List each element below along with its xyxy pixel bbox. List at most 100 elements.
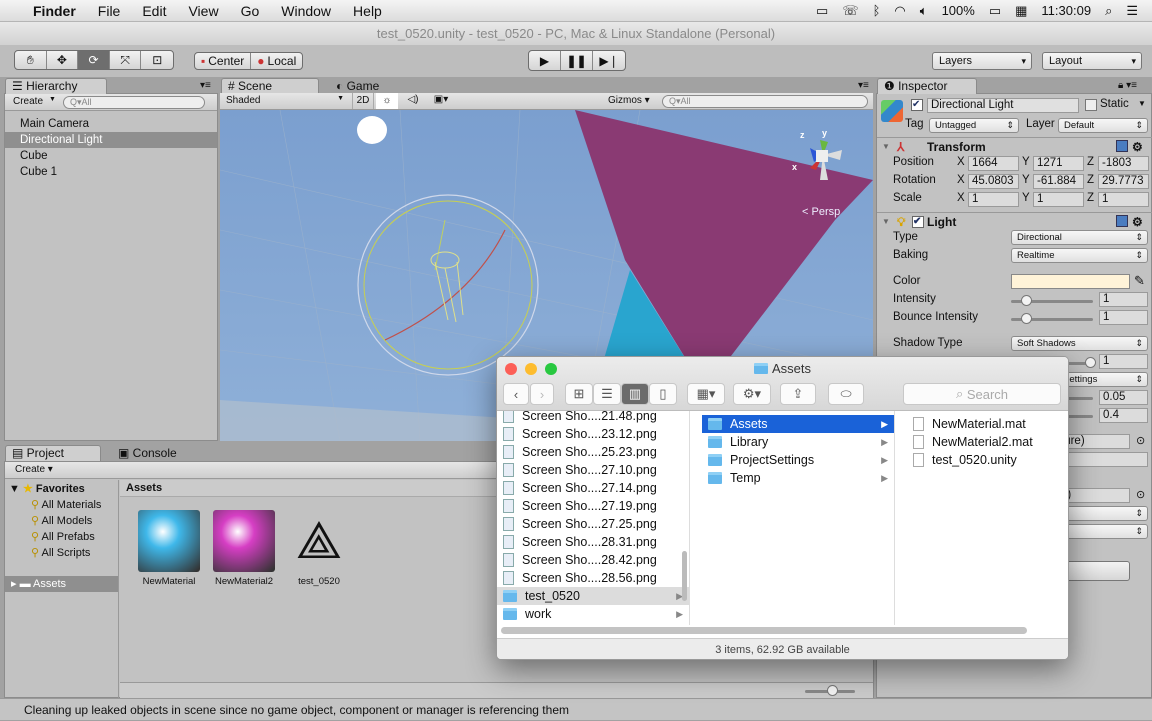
thumbnail-size-slider[interactable] xyxy=(805,685,855,696)
rect-tool-icon[interactable]: ⊡ xyxy=(141,51,173,69)
favorites-header[interactable]: ▼ ★ Favorites xyxy=(5,480,118,497)
menu-view[interactable]: View xyxy=(177,3,229,19)
finder-file-row[interactable]: Screen Sho....23.12.png xyxy=(497,425,689,443)
menu-edit[interactable]: Edit xyxy=(131,3,177,19)
scene-search-input[interactable]: Q▾All xyxy=(662,95,868,108)
tree-item-assets[interactable]: ▸ ▬ Assets xyxy=(5,576,118,592)
clock[interactable]: 11:30:09 xyxy=(1041,3,1091,18)
position-x-input[interactable]: 1664 xyxy=(968,156,1019,171)
horizontal-scrollbar[interactable] xyxy=(501,627,1027,634)
volume-icon[interactable]: 🔈︎ xyxy=(920,3,928,19)
scale-x-input[interactable]: 1 xyxy=(968,192,1019,207)
static-checkbox[interactable] xyxy=(1085,99,1097,111)
hierarchy-search-input[interactable]: Q▾All xyxy=(63,96,205,109)
column-view-button[interactable]: ▥ xyxy=(621,383,649,405)
asset-item[interactable]: NewMaterial xyxy=(131,510,207,587)
lock-icon[interactable]: 🔒︎ ▾≡ xyxy=(1118,80,1137,91)
slider-knob[interactable] xyxy=(1021,295,1033,306)
slider-knob[interactable] xyxy=(1021,313,1033,324)
scale-z-input[interactable]: 1 xyxy=(1098,192,1149,207)
favorite-item[interactable]: ⚲ All Materials xyxy=(5,497,118,513)
rotation-x-input[interactable]: 45.0803 xyxy=(968,174,1019,189)
culling-mask-dropdown[interactable] xyxy=(1057,524,1148,539)
finder-file-row[interactable]: Screen Sho....27.25.png xyxy=(497,515,689,533)
position-y-input[interactable]: 1271 xyxy=(1033,156,1084,171)
tab-inspector[interactable]: ❶ Inspector xyxy=(877,78,977,94)
collapse-arrow-icon[interactable]: ▼ xyxy=(882,213,890,231)
gear-icon[interactable]: ⚙ xyxy=(1132,138,1143,156)
position-z-input[interactable]: -1803 xyxy=(1098,156,1149,171)
static-dropdown-icon[interactable]: ▼ xyxy=(1138,99,1146,108)
column-scrollbar[interactable] xyxy=(682,551,687,601)
finder-folder-row[interactable]: ProjectSettings ▶ xyxy=(702,451,894,469)
slider-knob[interactable] xyxy=(1085,357,1096,368)
hierarchy-create-button[interactable]: Create xyxy=(13,96,43,107)
favorite-item[interactable]: ⚲ All Prefabs xyxy=(5,529,118,545)
lighting-toggle-icon[interactable]: ☼ xyxy=(376,93,398,109)
finder-file-row[interactable]: Screen Sho....27.19.png xyxy=(497,497,689,515)
share-button[interactable]: ⇪ xyxy=(780,383,816,405)
object-picker-icon[interactable]: ⊙ xyxy=(1136,488,1145,501)
shadow-type-dropdown[interactable]: Soft Shadows xyxy=(1011,336,1148,351)
eyedropper-icon[interactable]: ✎ xyxy=(1134,273,1145,289)
rotation-y-input[interactable]: -61.884 xyxy=(1033,174,1084,189)
step-button[interactable]: ▶❘ xyxy=(593,51,625,70)
menu-go[interactable]: Go xyxy=(230,3,271,19)
move-tool-icon[interactable]: ✥ xyxy=(47,51,79,69)
active-checkbox[interactable]: ✔ xyxy=(911,99,923,111)
transform-header[interactable]: ▼ ⅄ Transform ⚙ xyxy=(877,137,1152,155)
finder-file-row[interactable]: Screen Sho....25.23.png xyxy=(497,443,689,461)
color-swatch[interactable] xyxy=(1011,274,1130,289)
phone-icon[interactable]: ☏ xyxy=(842,3,858,19)
favorite-item[interactable]: ⚲ All Models xyxy=(5,513,118,529)
search-icon[interactable]: ⌕ xyxy=(1105,3,1112,19)
finder-file-row[interactable]: test_0520.unity xyxy=(907,451,1068,469)
finder-file-row[interactable]: Screen Sho....28.31.png xyxy=(497,533,689,551)
forward-button[interactable]: › xyxy=(530,383,554,405)
gizmos-dropdown[interactable]: Gizmos ▾ xyxy=(608,95,650,106)
rotation-z-input[interactable]: 29.7773 xyxy=(1098,174,1149,189)
audio-toggle-icon[interactable]: ◁) xyxy=(402,94,424,105)
gear-icon[interactable]: ⚙ xyxy=(1132,213,1143,231)
finder-folder-row[interactable]: work ▶ xyxy=(497,605,689,623)
light-header[interactable]: ▼ 💡︎ ✔ Light ⚙ xyxy=(877,212,1152,230)
finder-file-row[interactable]: Screen Sho....28.42.png xyxy=(497,551,689,569)
flag-icon[interactable]: ▦ xyxy=(1015,3,1027,19)
baking-dropdown[interactable]: Realtime xyxy=(1011,248,1148,263)
tab-project[interactable]: ▤ Project xyxy=(5,445,101,461)
battery-icon[interactable]: ▭ xyxy=(989,3,1001,19)
list-icon[interactable]: ☰ xyxy=(1126,3,1138,19)
menu-file[interactable]: File xyxy=(87,3,132,19)
help-icon[interactable] xyxy=(1116,215,1128,227)
menu-help[interactable]: Help xyxy=(342,3,393,19)
hand-tool-icon[interactable]: ✋︎ xyxy=(15,51,47,69)
airplay-icon[interactable]: ▭ xyxy=(816,3,828,19)
object-picker-icon[interactable]: ⊙ xyxy=(1136,434,1145,447)
panel-menu-icon[interactable]: ▾≡ xyxy=(858,80,869,91)
slider-knob[interactable] xyxy=(827,685,838,696)
finder-file-row[interactable]: NewMaterial.mat xyxy=(907,415,1068,433)
pause-button[interactable]: ❚❚ xyxy=(561,51,593,70)
shading-dropdown[interactable]: Shaded ▼ xyxy=(226,95,344,106)
finder-folder-row[interactable]: Temp ▶ xyxy=(702,469,894,487)
help-icon[interactable] xyxy=(1116,140,1128,152)
play-button[interactable]: ▶ xyxy=(529,51,561,70)
coverflow-view-button[interactable]: ▯ xyxy=(649,383,677,405)
tab-scene[interactable]: # Scene xyxy=(221,78,319,94)
intensity-input[interactable]: 1 xyxy=(1099,292,1148,307)
finder-search-input[interactable]: ⌕ Search xyxy=(903,383,1061,405)
finder-file-row[interactable]: NewMaterial2.mat xyxy=(907,433,1068,451)
panel-menu-icon[interactable]: ▾≡ xyxy=(200,80,211,91)
rotate-tool-icon[interactable]: ⟳ xyxy=(78,51,110,69)
scale-y-input[interactable]: 1 xyxy=(1033,192,1084,207)
2d-toggle[interactable]: 2D xyxy=(352,93,374,109)
finder-file-row[interactable]: Screen Sho....27.14.png xyxy=(497,479,689,497)
light-enabled-checkbox[interactable]: ✔ xyxy=(912,216,924,228)
back-button[interactable]: ‹ xyxy=(503,383,529,405)
tag-dropdown[interactable]: Untagged xyxy=(929,118,1019,133)
finder-folder-row[interactable]: test_0520 ▶ xyxy=(497,587,689,605)
strength-input[interactable]: 1 xyxy=(1099,354,1148,369)
finder-file-row[interactable]: Screen Sho....21.48.png xyxy=(497,411,689,425)
menu-window[interactable]: Window xyxy=(270,3,342,19)
layer-dropdown[interactable]: Default xyxy=(1058,118,1148,133)
